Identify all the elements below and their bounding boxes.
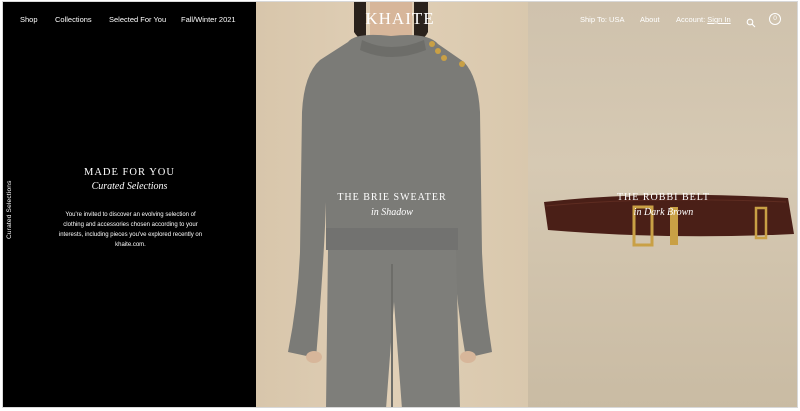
- nav-fall-winter-2021[interactable]: Fall/Winter 2021: [181, 15, 236, 24]
- sweater-title[interactable]: THE BRIE SWEATER: [256, 192, 528, 203]
- product-card-sweater[interactable]: THE BRIE SWEATER in Shadow: [256, 2, 528, 407]
- nav-shop[interactable]: Shop: [20, 15, 38, 24]
- nav-about[interactable]: About: [640, 15, 660, 24]
- belt-title[interactable]: THE ROBBI BELT: [528, 192, 797, 203]
- nav-collections[interactable]: Collections: [55, 15, 92, 24]
- belt-product-image: [544, 194, 794, 247]
- sign-in-link[interactable]: Sign In: [707, 15, 730, 24]
- account-label: Account:: [676, 15, 706, 24]
- nav-account: Account: Sign In: [676, 15, 731, 24]
- product-card-belt[interactable]: THE ROBBI BELT in Dark Brown: [528, 2, 797, 407]
- intro-title: MADE FOR YOU: [84, 167, 175, 178]
- cart-icon[interactable]: 0: [769, 13, 781, 25]
- belt-color: in Dark Brown: [633, 207, 694, 218]
- nav-selected-for-you[interactable]: Selected For You: [109, 15, 166, 24]
- nav-ship-to[interactable]: Ship To: USA: [580, 15, 624, 24]
- intro-description: You're invited to discover an evolving s…: [58, 212, 203, 248]
- browser-viewport: Curated Selections MADE FOR YOU Curated …: [2, 1, 798, 408]
- search-icon[interactable]: [746, 15, 756, 28]
- sweater-product-image: [288, 2, 492, 407]
- intro-panel: Curated Selections MADE FOR YOU Curated …: [3, 2, 256, 407]
- intro-subtitle: Curated Selections: [91, 181, 168, 192]
- sweater-color: in Shadow: [371, 207, 413, 218]
- brand-logo[interactable]: KHAITE: [334, 9, 466, 29]
